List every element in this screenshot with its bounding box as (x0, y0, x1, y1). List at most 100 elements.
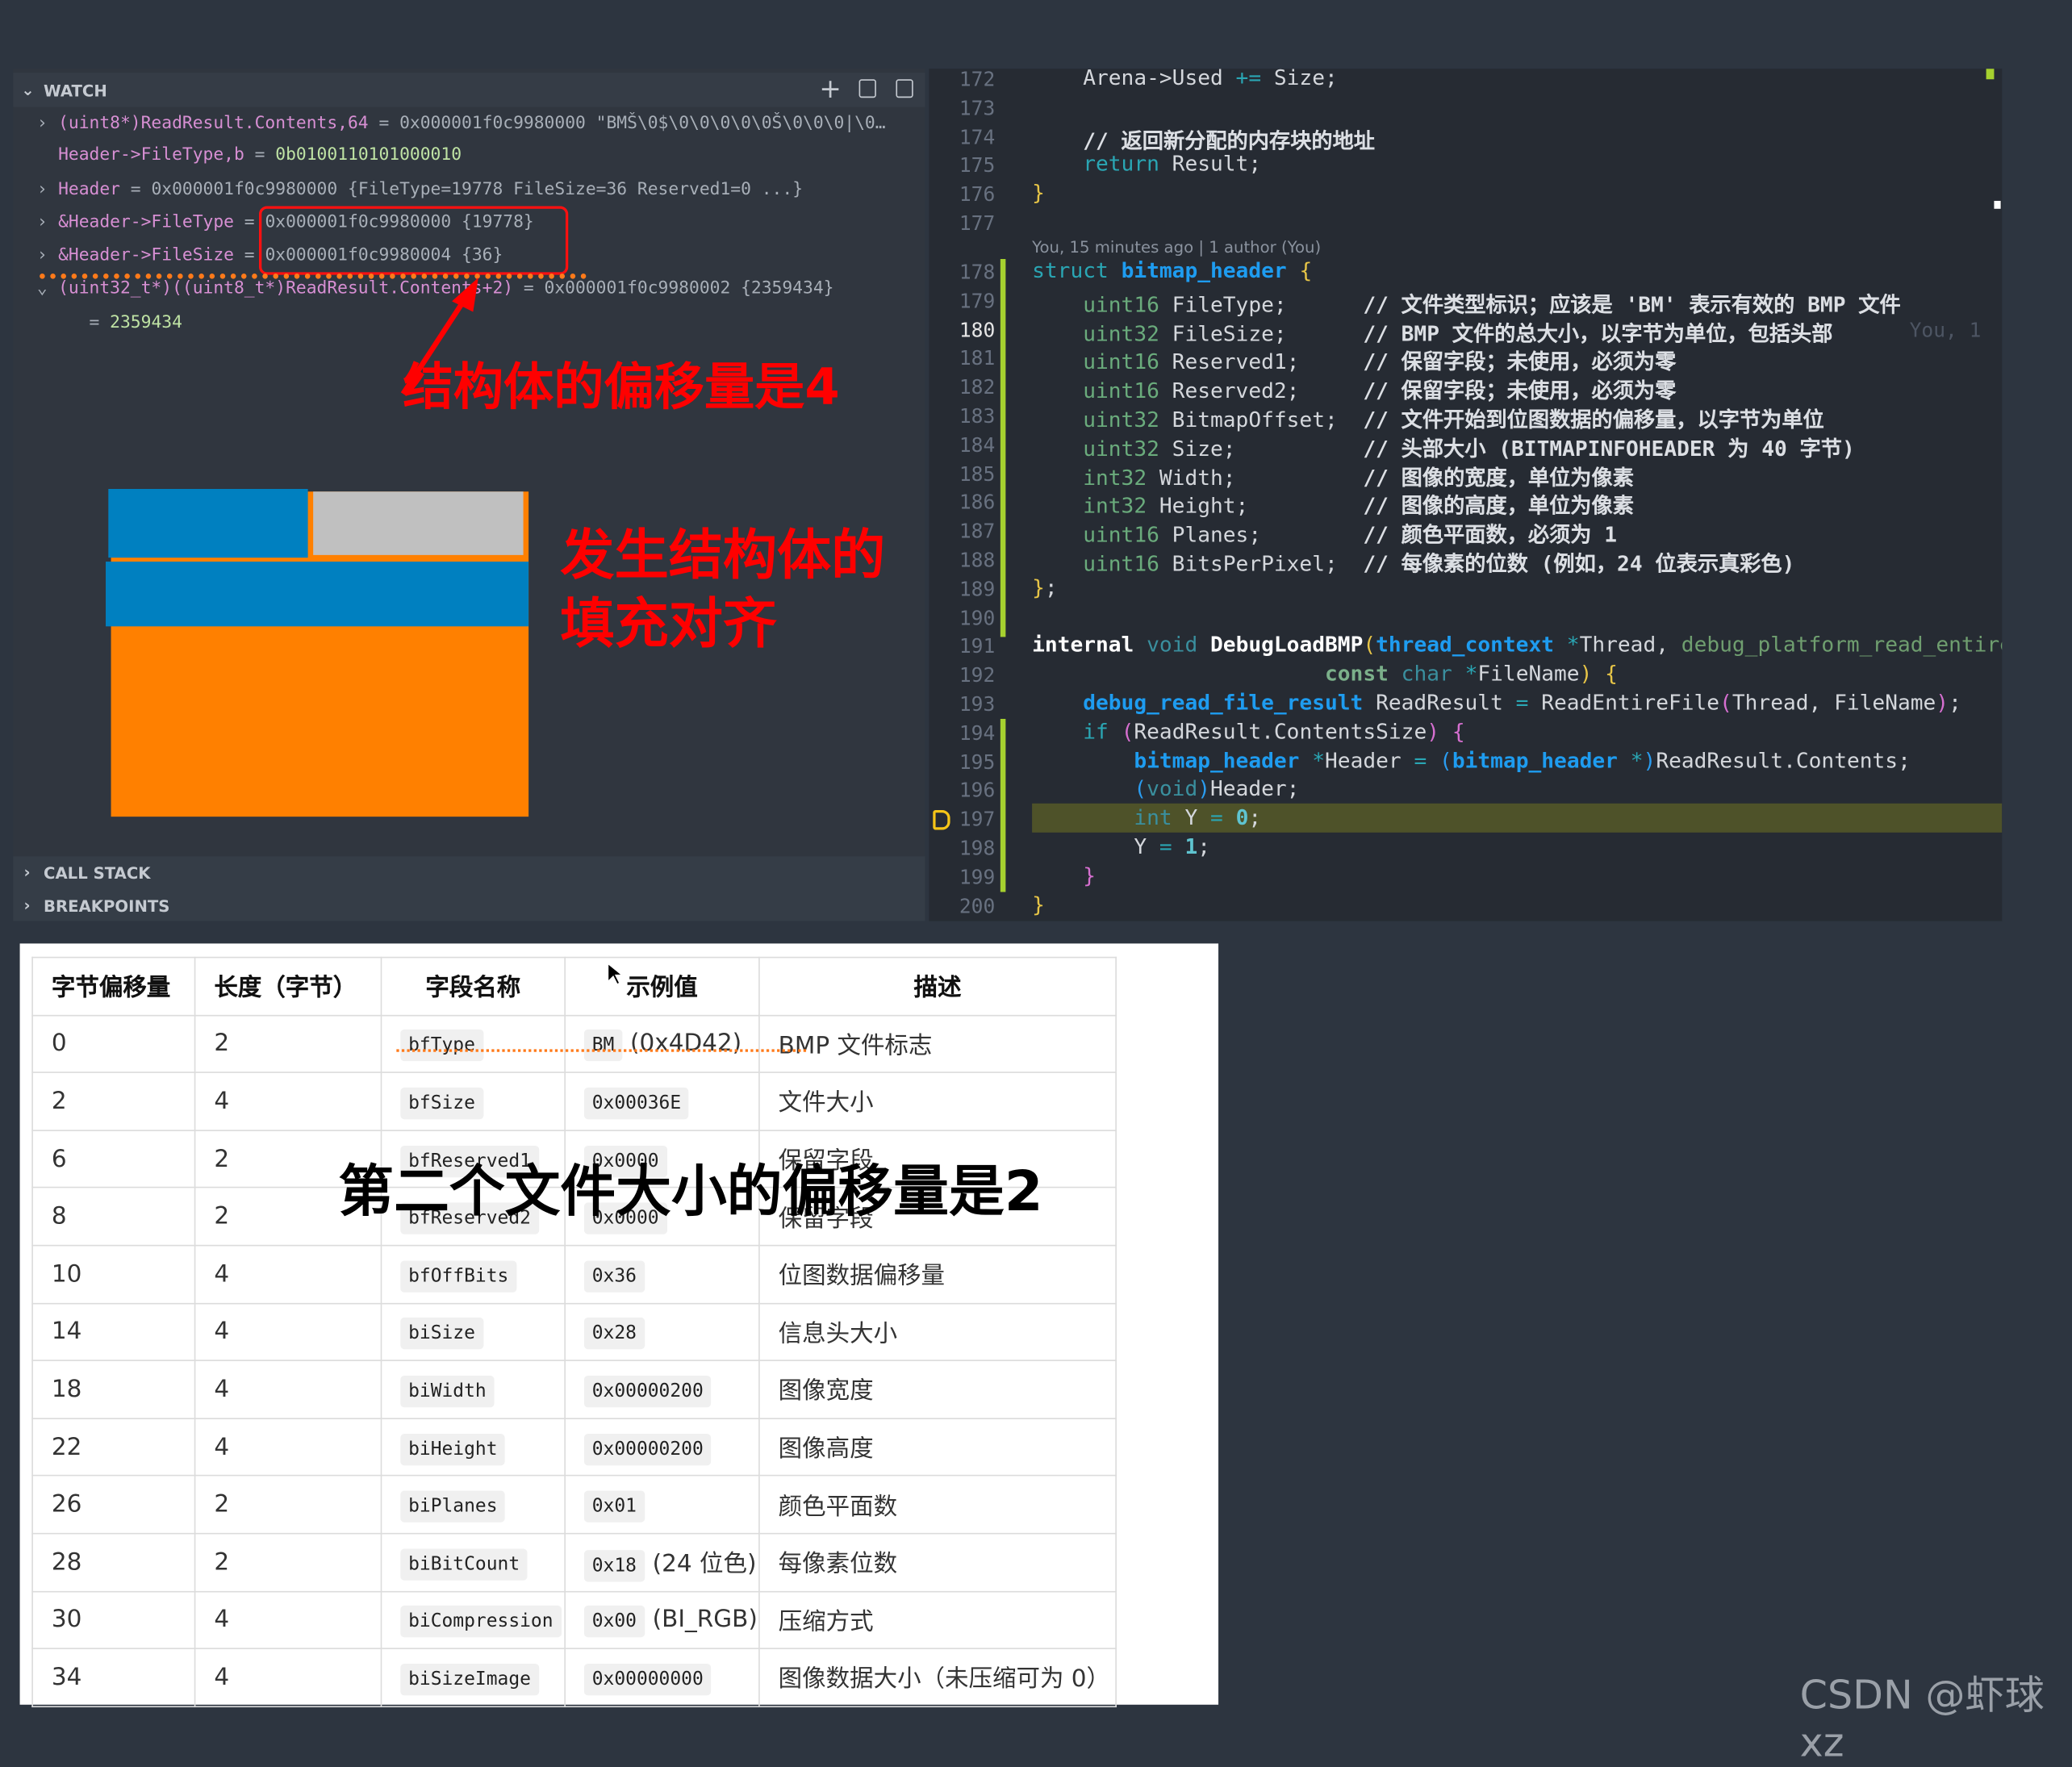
code-line[interactable]: uint32 Size; // 头部大小 (BITMAPINFOHEADER 为… (1032, 431, 1855, 462)
code-token: * (1312, 747, 1326, 773)
length-cell: 4 (194, 1590, 382, 1650)
offset-cell: 10 (31, 1244, 196, 1304)
field-name-cell: biCompression (380, 1590, 566, 1650)
code-token: ReadEntireFile (1528, 689, 1720, 716)
code-token: ; (1197, 833, 1211, 859)
length-cell: 4 (194, 1648, 382, 1707)
offset-value: 8 (51, 1202, 67, 1231)
code-line[interactable]: }; (1032, 574, 1058, 599)
code-line[interactable]: uint16 Reserved1; // 保留字段；未使用，必须为零 (1032, 344, 1676, 375)
code-line[interactable]: const char *FileName) { (1032, 661, 1618, 686)
code-line[interactable]: return Result; (1032, 151, 1261, 176)
example-cell: BM (0x4D42) (564, 1014, 760, 1074)
code-line[interactable]: uint32 FileSize; // BMP 文件的总大小，以字节为单位，包括… (1032, 315, 1832, 347)
code-line[interactable]: Arena->Used += Size; (1032, 69, 1338, 90)
code-line[interactable]: uint16 FileType; // 文件类型标识；应该是 'BM' 表示有效… (1032, 286, 1901, 318)
code-token: bitmap_header (1121, 257, 1287, 283)
code-token: ) (1579, 661, 1593, 687)
example-value: 0x36 (583, 1260, 645, 1293)
code-line[interactable]: internal void DebugLoadBMP(thread_contex… (1032, 633, 2002, 658)
code-token: // 文件类型标识；应该是 'BM' 表示有效的 BMP 文件 (1363, 291, 1901, 317)
code-token: BitmapOffset; (1159, 407, 1364, 432)
example-value: BM (583, 1030, 623, 1062)
code-line[interactable]: // 返回新分配的内存块的地址 (1032, 123, 1375, 154)
code-token: Planes; (1159, 522, 1364, 548)
git-gutter-added (1000, 718, 1006, 892)
line-number: 176 (959, 182, 996, 207)
code-token: Y (1032, 833, 1159, 859)
code-line[interactable]: bitmap_header *Header = (bitmap_header *… (1032, 747, 1911, 772)
code-line[interactable]: debug_read_file_result ReadResult = Read… (1032, 690, 1961, 715)
line-number: 172 (959, 69, 996, 92)
code-line[interactable]: int Y = 0; (1032, 805, 1261, 830)
field-name-cell: bfSize (380, 1071, 566, 1131)
code-line[interactable]: uint16 BitsPerPixel; // 每像素的位数 (例如，24 位表… (1032, 545, 1794, 577)
line-number: 189 (959, 577, 996, 601)
filesize-block (106, 562, 529, 627)
code-line[interactable]: Y = 1; (1032, 833, 1210, 858)
chevron-right-icon[interactable]: › (23, 863, 30, 881)
description-cell: 位图数据偏移量 (758, 1244, 1117, 1304)
code-line[interactable]: int32 Height; // 图像的高度，单位为像素 (1032, 488, 1634, 520)
line-number: 180 (959, 318, 996, 342)
example-cell: 0x00 (BI_RGB) (564, 1590, 760, 1650)
code-token: void (1147, 776, 1198, 802)
chevron-right-icon[interactable]: › (23, 896, 30, 914)
code-line[interactable]: uint16 Planes; // 颜色平面数，必须为 1 (1032, 517, 1617, 549)
code-line[interactable]: uint16 Reserved2; // 保留字段；未使用，必须为零 (1032, 373, 1676, 404)
codelens[interactable]: You, 15 minutes ago | 1 author (You) (1032, 238, 1321, 257)
code-token: bitmap_header (1452, 747, 1618, 773)
code-line[interactable]: uint32 BitmapOffset; // 文件开始到位图数据的偏移量，以字… (1032, 402, 1824, 433)
code-token: Height; (1147, 493, 1364, 519)
length-cell: 2 (194, 1014, 382, 1074)
code-line[interactable]: (void)Header; (1032, 776, 1299, 801)
collapsed-sections: › CALL STACK › BREAKPOINTS (13, 856, 925, 921)
table-row: 0 2 bfType BM (0x4D42) BMP 文件标志 (31, 1014, 1117, 1074)
code-token: FileName (1477, 661, 1580, 687)
table-row: 10 4 bfOffBits 0x36 位图数据偏移量 (31, 1244, 1117, 1304)
length-cell: 4 (194, 1417, 382, 1477)
example-value: 0x00000200 (583, 1375, 712, 1408)
example-cell: 0x18 (24 位色) (564, 1532, 760, 1592)
table-row: 2 4 bfSize 0x00036E 文件大小 (31, 1071, 1117, 1131)
line-number: 199 (959, 865, 996, 889)
code-line[interactable]: } (1032, 892, 1045, 917)
code-token: uint16 (1032, 378, 1159, 403)
line-number: 194 (959, 721, 996, 746)
length-cell: 4 (194, 1302, 382, 1362)
code-line[interactable]: struct bitmap_header { (1032, 257, 1312, 282)
code-token: // 头部大小 (BITMAPINFOHEADER 为 40 字节) (1363, 436, 1855, 462)
description: 位图数据偏移量 (778, 1262, 946, 1290)
offset-value: 30 (51, 1606, 82, 1634)
line-number: 188 (959, 548, 996, 573)
call-stack-header[interactable]: CALL STACK (44, 864, 150, 883)
column-header: 字段名称 (380, 956, 566, 1016)
code-token: FileSize; (1159, 320, 1364, 346)
code-line[interactable]: if (ReadResult.ContentsSize) { (1032, 719, 1464, 744)
code-line[interactable]: int32 Width; // 图像的宽度，单位为像素 (1032, 459, 1634, 491)
offset-value: 14 (51, 1318, 82, 1346)
example-value: 0x28 (583, 1318, 645, 1350)
code-token: ; (1949, 689, 1961, 716)
code-token: } (1032, 574, 1045, 600)
code-editor[interactable]: You, 15 minutes ago | 1 author (You) You… (929, 69, 2003, 921)
offset-cell: 22 (31, 1417, 196, 1477)
code-token: ; (1248, 804, 1262, 830)
breakpoints-header[interactable]: BREAKPOINTS (44, 897, 169, 916)
length-value: 4 (214, 1318, 230, 1346)
code-line[interactable]: } (1032, 180, 1045, 205)
line-number: 197 (959, 808, 996, 832)
example-note: (BI_RGB) (652, 1606, 758, 1634)
code-token: ; (1044, 574, 1058, 600)
code-token: uint16 (1032, 550, 1159, 577)
table-row: 22 4 biHeight 0x00000200 图像高度 (31, 1417, 1117, 1477)
code-line[interactable]: } (1032, 863, 1096, 888)
offset-cell: 2 (31, 1071, 196, 1131)
length-value: 4 (214, 1663, 230, 1692)
offset-cell: 30 (31, 1590, 196, 1650)
